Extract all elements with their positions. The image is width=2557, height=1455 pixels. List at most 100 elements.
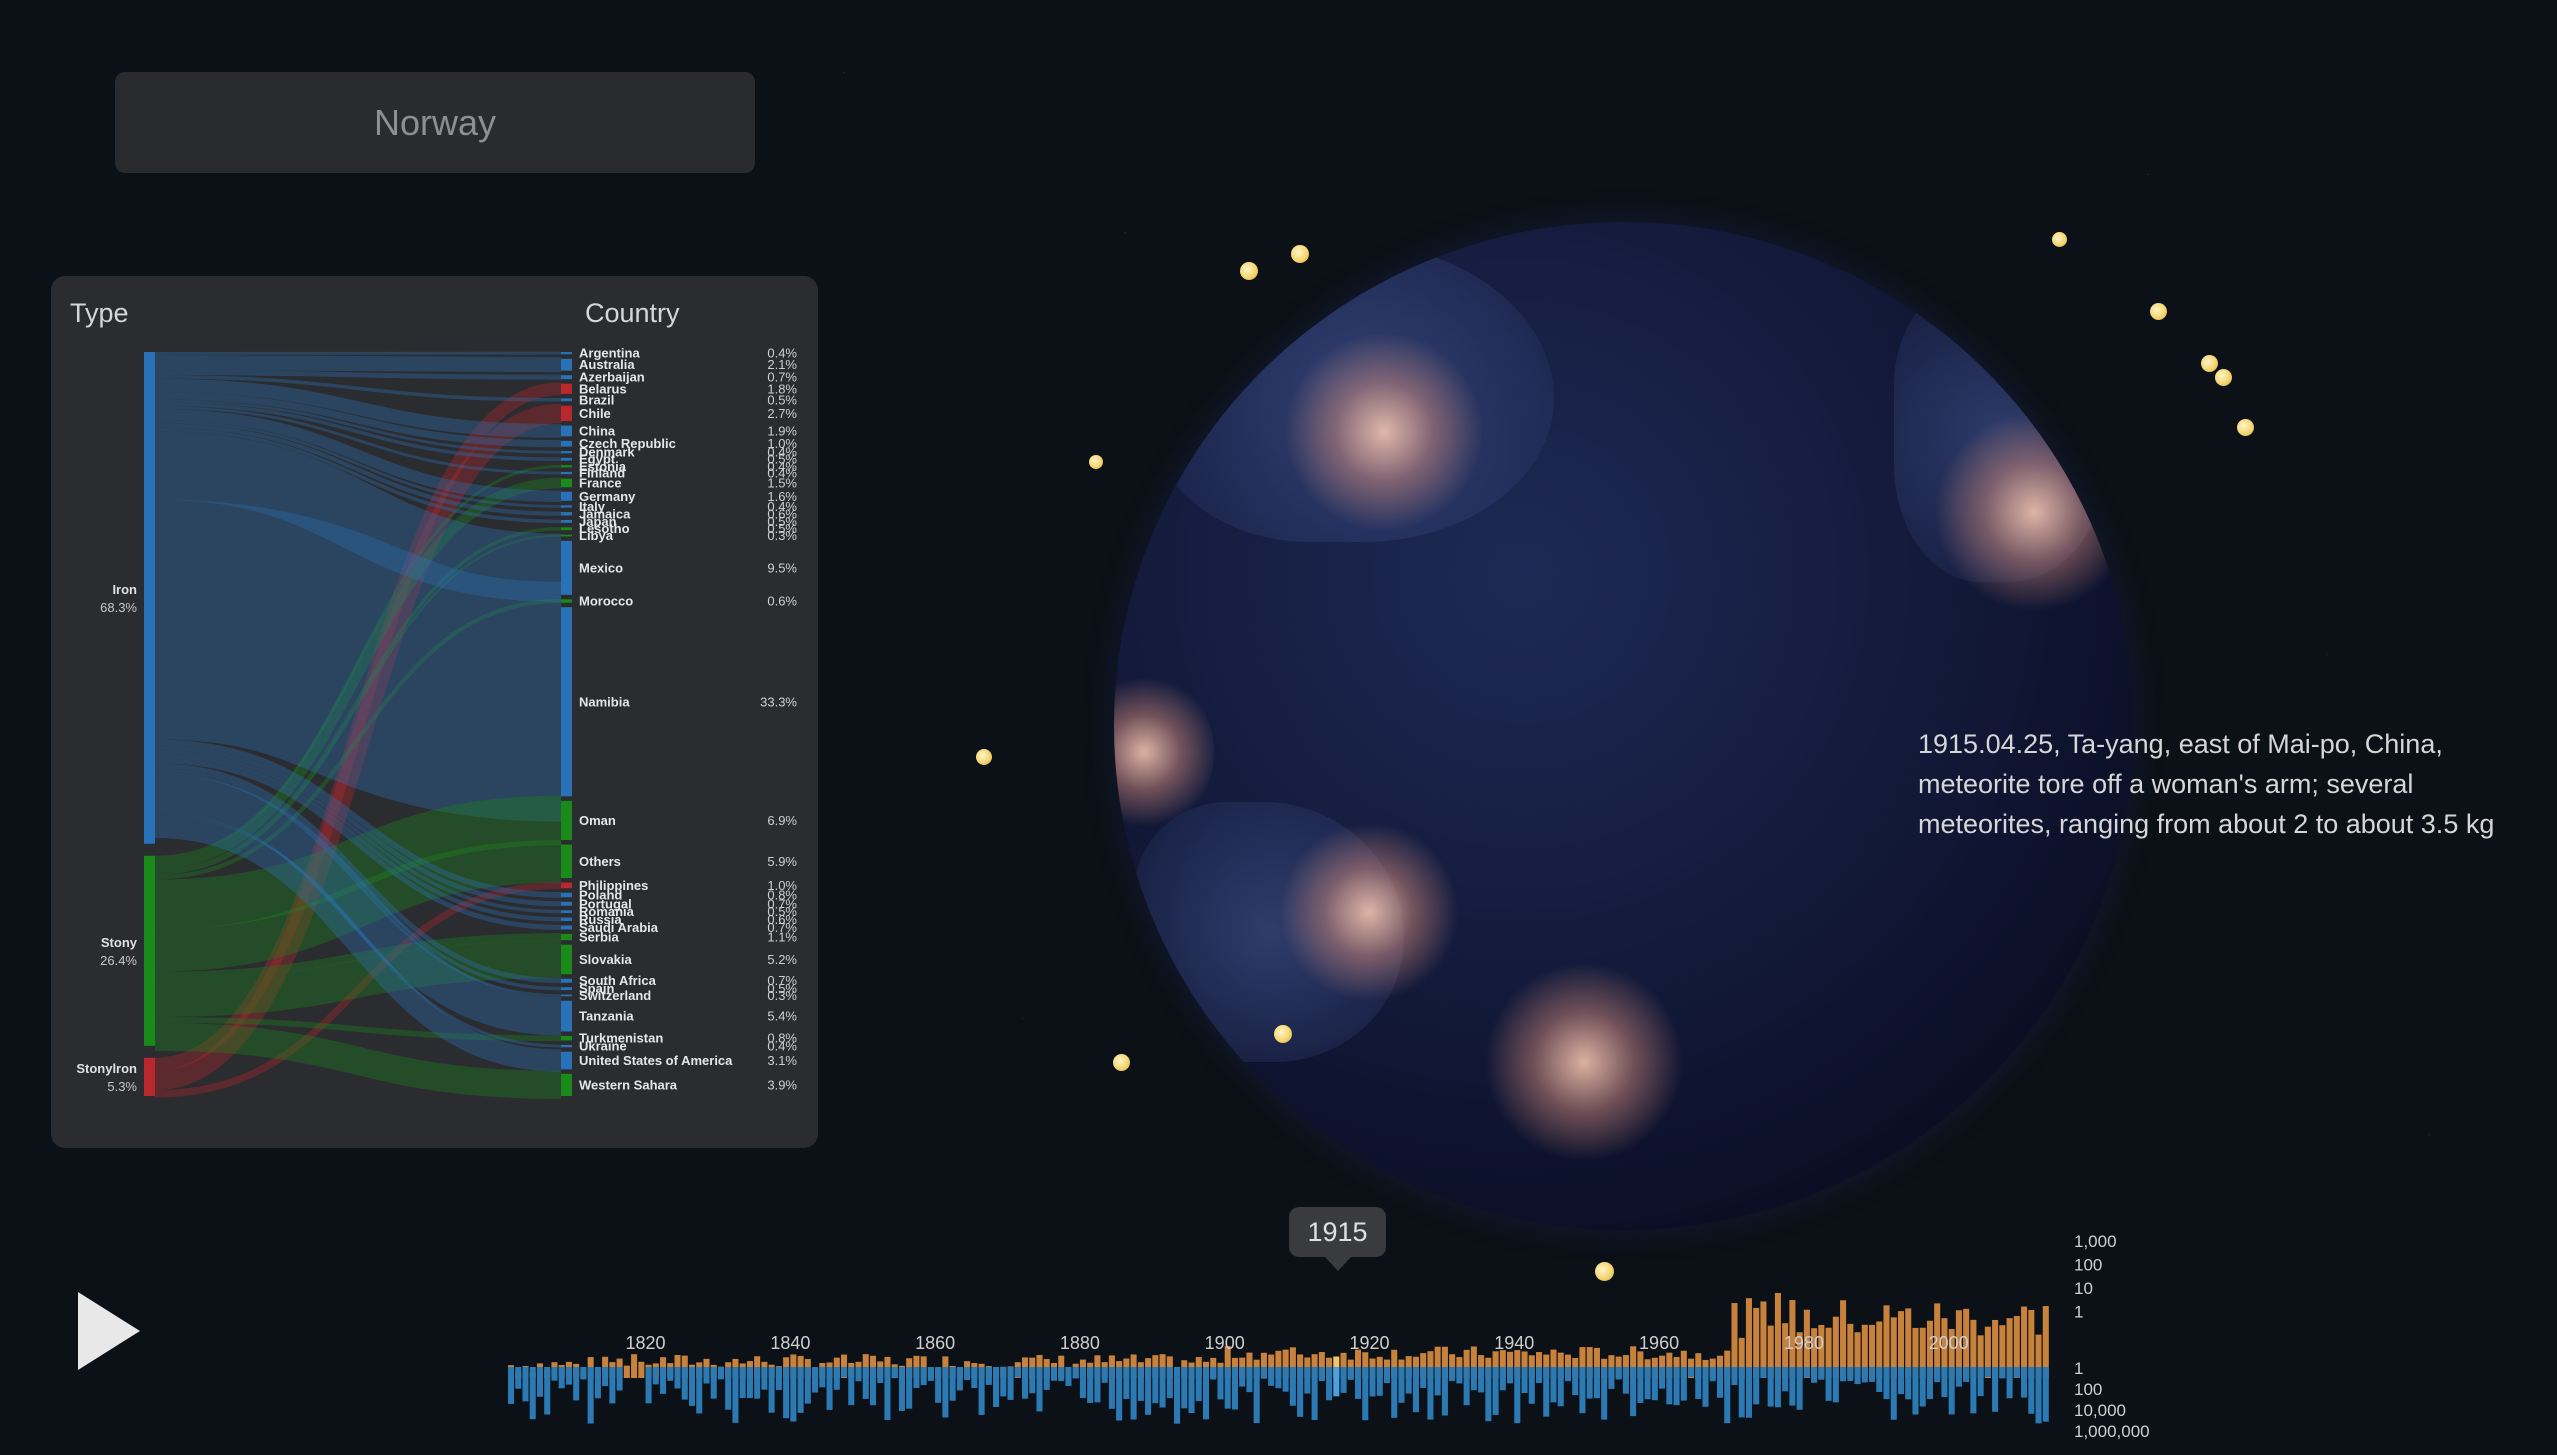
country-node-bar[interactable] xyxy=(561,599,572,603)
country-node-bar[interactable] xyxy=(561,978,572,983)
country-node-bar[interactable] xyxy=(561,882,572,889)
country-node-bar[interactable] xyxy=(561,405,572,422)
mass-bar[interactable] xyxy=(1007,1367,1014,1400)
country-node-bar[interactable] xyxy=(561,607,572,797)
mass-bar[interactable] xyxy=(508,1367,515,1404)
country-node-bar[interactable] xyxy=(561,1000,572,1032)
count-bar[interactable] xyxy=(1774,1293,1781,1378)
mass-bar[interactable] xyxy=(942,1367,949,1418)
mass-bar[interactable] xyxy=(1818,1367,1825,1380)
mass-bar[interactable] xyxy=(710,1367,717,1399)
mass-bar[interactable] xyxy=(602,1367,609,1387)
mass-bar[interactable] xyxy=(1883,1367,1890,1400)
mass-bar[interactable] xyxy=(609,1367,616,1404)
mass-bar[interactable] xyxy=(877,1367,884,1384)
meteor-marker[interactable] xyxy=(1113,1054,1130,1071)
mass-bar[interactable] xyxy=(1449,1367,1456,1382)
mass-bar[interactable] xyxy=(1572,1367,1579,1396)
mass-bar[interactable] xyxy=(558,1367,565,1389)
mass-bar[interactable] xyxy=(1789,1367,1796,1406)
country-node-bar[interactable] xyxy=(561,925,572,930)
mass-bar[interactable] xyxy=(848,1367,855,1406)
mass-bar[interactable] xyxy=(1145,1367,1152,1415)
mass-bar[interactable] xyxy=(1854,1367,1861,1385)
mass-bar[interactable] xyxy=(1673,1367,1680,1406)
mass-bar[interactable] xyxy=(1202,1367,1210,1420)
mass-bar[interactable] xyxy=(529,1367,536,1420)
mass-bar[interactable] xyxy=(783,1367,790,1419)
meteor-marker[interactable] xyxy=(1089,455,1103,469)
country-node-bar[interactable] xyxy=(561,994,572,997)
mass-bar[interactable] xyxy=(1557,1367,1564,1407)
mass-bar[interactable] xyxy=(1174,1367,1181,1424)
meteor-marker[interactable] xyxy=(2215,369,2232,386)
mass-bar[interactable] xyxy=(964,1367,971,1381)
mass-bar[interactable] xyxy=(1507,1367,1514,1384)
mass-bar[interactable] xyxy=(1398,1367,1405,1403)
meteor-marker[interactable] xyxy=(1274,1025,1292,1043)
count-bar[interactable] xyxy=(1760,1301,1767,1378)
mass-bar[interactable] xyxy=(1333,1367,1340,1397)
mass-bar[interactable] xyxy=(1420,1367,1427,1389)
mass-bar[interactable] xyxy=(565,1367,572,1385)
mass-bar[interactable] xyxy=(826,1367,833,1410)
mass-bar[interactable] xyxy=(1478,1367,1485,1393)
mass-bar[interactable] xyxy=(775,1367,782,1390)
mass-bar[interactable] xyxy=(1536,1367,1543,1383)
mass-bar[interactable] xyxy=(2006,1367,2013,1399)
mass-bar[interactable] xyxy=(1463,1367,1470,1406)
mass-bar[interactable] xyxy=(1050,1367,1057,1381)
mass-bar[interactable] xyxy=(927,1367,934,1381)
country-node-bar[interactable] xyxy=(561,534,572,537)
mass-bar[interactable] xyxy=(1188,1367,1195,1414)
mass-bar[interactable] xyxy=(660,1367,667,1394)
country-node-bar[interactable] xyxy=(561,352,572,355)
mass-bar[interactable] xyxy=(1811,1367,1818,1383)
mass-bar[interactable] xyxy=(841,1367,848,1378)
mass-bar[interactable] xyxy=(1803,1367,1810,1378)
mass-bar[interactable] xyxy=(1745,1367,1752,1418)
mass-bar[interactable] xyxy=(1217,1367,1224,1400)
country-node-bar[interactable] xyxy=(561,451,572,454)
mass-bar[interactable] xyxy=(1137,1367,1144,1401)
country-node-bar[interactable] xyxy=(561,358,572,371)
mass-bar[interactable] xyxy=(1239,1367,1246,1387)
mass-bar[interactable] xyxy=(862,1367,869,1399)
type-node-bar[interactable] xyxy=(144,1057,155,1096)
mass-bar[interactable] xyxy=(985,1367,992,1385)
mass-bar[interactable] xyxy=(551,1367,558,1381)
mass-bar[interactable] xyxy=(688,1367,696,1406)
mass-bar[interactable] xyxy=(573,1367,580,1401)
mass-bar[interactable] xyxy=(906,1367,913,1409)
country-node-bar[interactable] xyxy=(561,478,572,488)
meteor-marker[interactable] xyxy=(2237,419,2254,436)
mass-bar[interactable] xyxy=(1441,1367,1448,1416)
mass-bar[interactable] xyxy=(1434,1367,1441,1396)
mass-bar[interactable] xyxy=(1072,1367,1079,1379)
mass-bar[interactable] xyxy=(1181,1367,1188,1409)
mass-bar[interactable] xyxy=(1977,1367,1984,1397)
mass-bar[interactable] xyxy=(1065,1367,1072,1386)
mass-bar[interactable] xyxy=(1369,1367,1376,1397)
mass-bar[interactable] xyxy=(1847,1367,1854,1381)
mass-bar[interactable] xyxy=(725,1367,732,1410)
country-node-bar[interactable] xyxy=(561,512,572,516)
country-node-bar[interactable] xyxy=(561,519,572,523)
mass-bar[interactable] xyxy=(869,1367,877,1406)
country-node-bar[interactable] xyxy=(561,933,572,941)
mass-bar[interactable] xyxy=(1304,1367,1311,1394)
mass-bar[interactable] xyxy=(1644,1367,1651,1400)
mass-bar[interactable] xyxy=(674,1367,681,1389)
mass-bar[interactable] xyxy=(1246,1367,1253,1393)
mass-bar[interactable] xyxy=(1709,1367,1716,1382)
mass-bar[interactable] xyxy=(732,1367,739,1423)
mass-bar[interactable] xyxy=(1579,1367,1586,1414)
mass-bar[interactable] xyxy=(746,1367,753,1399)
mass-bar[interactable] xyxy=(1087,1367,1094,1403)
mass-bar[interactable] xyxy=(1941,1367,1948,1398)
count-bar[interactable] xyxy=(638,1361,645,1378)
mass-bar[interactable] xyxy=(652,1367,659,1385)
mass-bar[interactable] xyxy=(681,1367,688,1400)
country-node-bar[interactable] xyxy=(561,375,572,380)
mass-bar[interactable] xyxy=(1651,1367,1658,1401)
